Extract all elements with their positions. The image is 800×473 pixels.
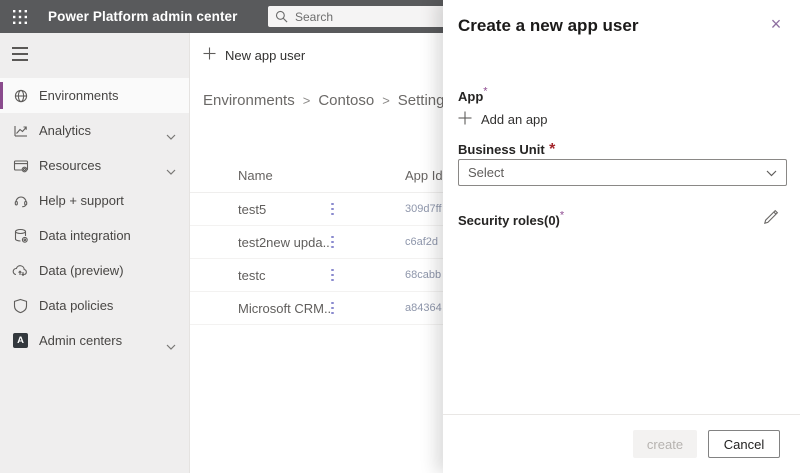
more-options-icon[interactable] [331, 203, 347, 216]
more-options-icon[interactable] [331, 302, 347, 315]
new-app-user-label: New app user [225, 48, 305, 63]
chevron-down-icon [166, 338, 176, 353]
chevron-down-icon [166, 128, 176, 143]
sidebar-item-environments[interactable]: Environments [0, 78, 189, 113]
cloud-sync-icon [12, 262, 29, 279]
security-roles-field-label: Security roles(0)* [458, 212, 564, 230]
required-asterisk: * [560, 210, 564, 222]
sidebar-item-label: Data policies [39, 298, 113, 313]
more-options-icon[interactable] [331, 269, 347, 282]
sidebar-nav: Environments Analytics [0, 78, 189, 358]
edit-security-roles-button[interactable] [760, 206, 782, 228]
breadcrumb-contoso[interactable]: Contoso [318, 92, 374, 109]
cell-app-id: 68cabb [405, 269, 441, 281]
sidebar-item-label: Analytics [39, 123, 91, 138]
new-app-user-button[interactable]: New app user [203, 47, 305, 63]
app-field-label: App* [458, 88, 488, 106]
sidebar-item-analytics[interactable]: Analytics [0, 113, 189, 148]
add-an-app-label: Add an app [481, 112, 548, 127]
required-asterisk: * [549, 141, 555, 158]
sidebar-item-resources[interactable]: Resources [0, 148, 189, 183]
admin-square-icon: A [12, 332, 29, 349]
breadcrumb-environments[interactable]: Environments [203, 92, 295, 109]
cell-app-id: 309d7ff [405, 203, 442, 215]
close-icon[interactable]: × [764, 12, 788, 36]
sidebar-item-label: Resources [39, 158, 101, 173]
cell-app-id: a84364 [405, 302, 442, 314]
resources-icon [12, 157, 29, 174]
chevron-down-icon [766, 164, 777, 182]
cell-name: testc [238, 268, 331, 283]
cell-name: test5 [238, 202, 331, 217]
breadcrumb-separator: > [382, 93, 390, 108]
sidebar-item-admin-centers[interactable]: A Admin centers [0, 323, 189, 358]
sidebar: Environments Analytics [0, 33, 190, 473]
headset-icon [12, 192, 29, 209]
chevron-down-icon [166, 163, 176, 178]
cell-app-id: c6af2d [405, 236, 438, 248]
power-platform-admin-center: Power Platform admin center Environments [0, 0, 800, 473]
cancel-button[interactable]: Cancel [708, 430, 780, 458]
add-an-app-button[interactable]: Add an app [458, 111, 548, 128]
more-options-icon[interactable] [331, 236, 347, 249]
breadcrumb-settings[interactable]: Setting [398, 92, 445, 109]
cell-name: test2new upda... [238, 235, 331, 250]
sidebar-item-data-integration[interactable]: Data integration [0, 218, 189, 253]
breadcrumb: Environments > Contoso > Setting [203, 92, 444, 109]
sidebar-item-label: Data integration [39, 228, 131, 243]
column-header-app-id[interactable]: App Id [405, 168, 443, 183]
panel-title: Create a new app user [458, 16, 638, 36]
breadcrumb-separator: > [303, 93, 311, 108]
search-icon [275, 10, 288, 23]
plus-icon [458, 111, 472, 128]
app-launcher-waffle-icon[interactable] [0, 0, 40, 33]
sidebar-item-label: Admin centers [39, 333, 122, 348]
waffle-icon [12, 9, 28, 25]
sidebar-item-data-preview[interactable]: Data (preview) [0, 253, 189, 288]
pencil-icon [763, 209, 779, 225]
business-unit-select[interactable]: Select [458, 159, 787, 186]
sidebar-item-help-support[interactable]: Help + support [0, 183, 189, 218]
database-icon [12, 227, 29, 244]
required-asterisk: * [483, 86, 487, 98]
create-app-user-panel: Create a new app user × App* Add an app … [443, 0, 800, 473]
cell-name: Microsoft CRM... [238, 301, 331, 316]
create-button[interactable]: create [633, 430, 697, 458]
sidebar-item-label: Help + support [39, 193, 124, 208]
panel-footer: create Cancel [443, 414, 800, 473]
business-unit-field-label: Business Unit * [458, 141, 555, 159]
sidebar-item-label: Environments [39, 88, 118, 103]
column-header-name[interactable]: Name [238, 168, 405, 183]
sidebar-item-label: Data (preview) [39, 263, 124, 278]
sidebar-item-data-policies[interactable]: Data policies [0, 288, 189, 323]
business-unit-selected-value: Select [468, 165, 766, 180]
shield-icon [12, 297, 29, 314]
plus-icon [203, 47, 216, 63]
chart-icon [12, 122, 29, 139]
app-title: Power Platform admin center [48, 9, 238, 24]
globe-icon [12, 87, 29, 104]
hamburger-menu-icon[interactable] [12, 46, 32, 62]
